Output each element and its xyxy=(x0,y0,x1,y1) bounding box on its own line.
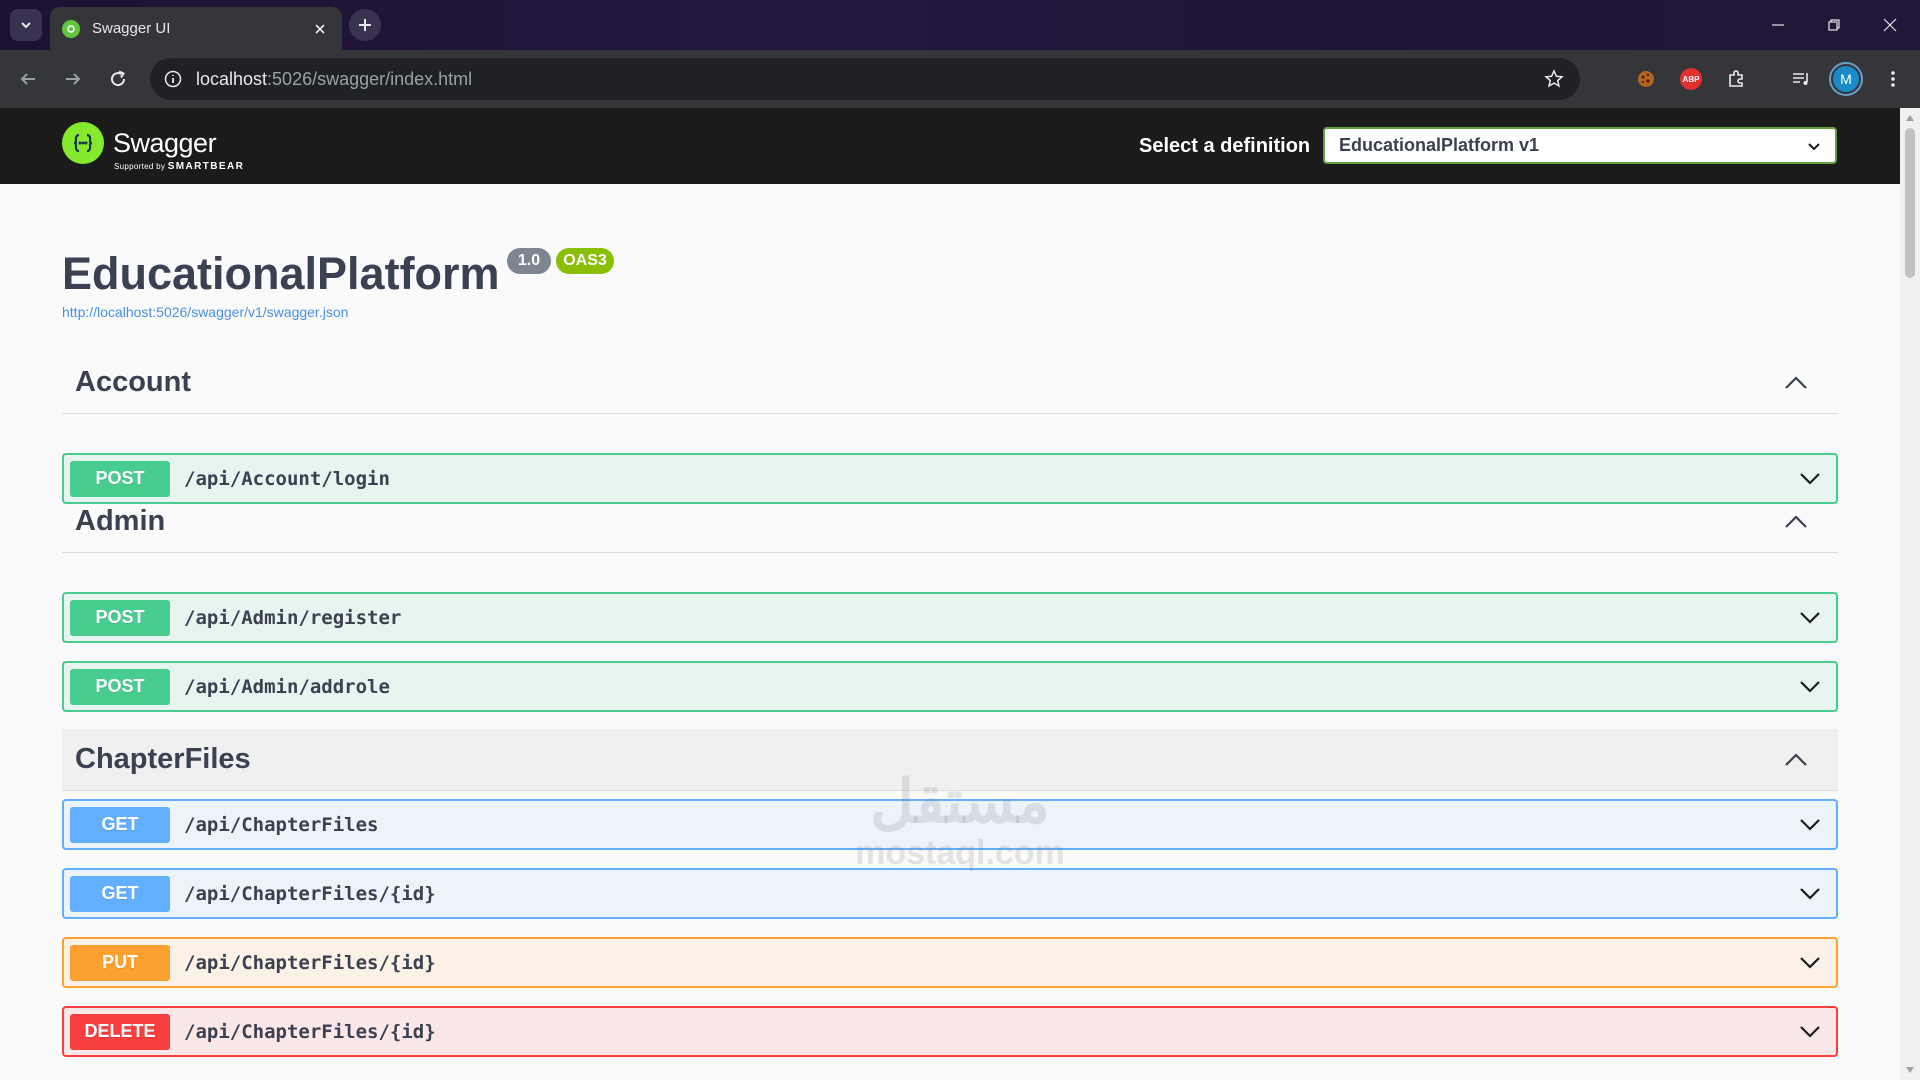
new-tab-button[interactable] xyxy=(349,9,381,41)
cookie-extension-icon[interactable] xyxy=(1630,63,1662,95)
arrow-left-icon xyxy=(20,73,35,85)
close-icon xyxy=(1883,18,1897,32)
minimize-button[interactable] xyxy=(1750,0,1806,50)
operation-delete-chapterfiles-id[interactable]: DELETE /api/ChapterFiles/{id} xyxy=(62,1006,1838,1057)
operation-path: /api/Admin/register xyxy=(184,606,402,629)
section-title: ChapterFiles xyxy=(75,743,251,775)
arrow-right-icon xyxy=(66,73,81,85)
scroll-down-arrow-icon[interactable] xyxy=(1904,1064,1916,1076)
operation-put-chapterfiles-id[interactable]: PUT /api/ChapterFiles/{id} xyxy=(62,937,1838,988)
section-title: Admin xyxy=(75,505,166,537)
chevron-down-icon[interactable] xyxy=(1790,1012,1830,1052)
swagger-favicon-icon xyxy=(62,19,80,38)
method-badge: POST xyxy=(70,599,170,636)
operation-post-admin-addrole[interactable]: POST /api/Admin/addrole xyxy=(62,661,1838,712)
method-badge: DELETE xyxy=(70,1013,170,1050)
close-window-button[interactable] xyxy=(1862,0,1918,50)
media-control-icon[interactable] xyxy=(1785,63,1817,95)
browser-toolbar: localhost:5026/swagger/index.html ABP M xyxy=(0,50,1920,108)
smartbear-tagline: Supported by SMARTBEAR xyxy=(114,161,245,172)
chevron-down-icon[interactable] xyxy=(1790,943,1830,983)
browser-menu-icon[interactable] xyxy=(1877,63,1909,95)
chevron-up-icon[interactable] xyxy=(1776,363,1816,403)
definition-select[interactable]: EducationalPlatform v1 xyxy=(1323,127,1837,164)
profile-avatar[interactable]: M xyxy=(1829,62,1863,96)
tab-search-button[interactable] xyxy=(10,9,42,41)
chevron-up-icon[interactable] xyxy=(1776,502,1816,542)
swagger-content: EducationalPlatform 1.0 OAS3 http://loca… xyxy=(0,184,1900,1080)
operation-get-chapterfiles[interactable]: GET /api/ChapterFiles xyxy=(62,799,1838,850)
operation-path: /api/ChapterFiles/{id} xyxy=(184,882,436,905)
method-badge: GET xyxy=(70,806,170,843)
section-title: Account xyxy=(75,366,191,398)
back-button[interactable] xyxy=(12,63,44,95)
browser-titlebar: Swagger UI xyxy=(0,0,1920,50)
info-icon xyxy=(164,70,182,88)
chevron-down-icon[interactable] xyxy=(1790,667,1830,707)
definition-select-value: EducationalPlatform v1 xyxy=(1339,135,1540,155)
chevron-down-icon[interactable] xyxy=(1790,874,1830,914)
reload-button[interactable] xyxy=(102,63,134,95)
chevron-down-icon[interactable] xyxy=(1790,805,1830,845)
scroll-up-arrow-icon[interactable] xyxy=(1904,112,1916,124)
spec-url-link[interactable]: http://localhost:5026/swagger/v1/swagger… xyxy=(62,304,348,320)
url-host: localhost xyxy=(196,68,268,89)
swagger-logo-text: Swagger xyxy=(113,128,217,158)
api-title: EducationalPlatform xyxy=(62,248,500,299)
operation-get-chapterfiles-id[interactable]: GET /api/ChapterFiles/{id} xyxy=(62,868,1838,919)
chevron-up-icon[interactable] xyxy=(1776,740,1816,780)
plus-icon xyxy=(359,19,371,31)
restore-icon xyxy=(1828,19,1840,31)
oas-badge: OAS3 xyxy=(556,248,614,274)
method-badge: PUT xyxy=(70,944,170,981)
browser-tab-swagger[interactable]: Swagger UI xyxy=(50,7,342,50)
chevron-down-icon xyxy=(1808,142,1820,150)
url-path: :5026/swagger/index.html xyxy=(267,68,473,89)
section-admin[interactable]: Admin xyxy=(62,491,1838,553)
forward-button[interactable] xyxy=(57,63,89,95)
close-tab-icon[interactable] xyxy=(310,19,330,39)
minimize-icon xyxy=(1772,24,1784,26)
address-bar[interactable]: localhost:5026/swagger/index.html xyxy=(150,58,1580,100)
section-chapterfiles[interactable]: ChapterFiles xyxy=(62,729,1838,791)
operation-path: /api/Admin/addrole xyxy=(184,675,390,698)
version-badge: 1.0 xyxy=(507,248,551,274)
adblock-extension-icon[interactable]: ABP xyxy=(1675,63,1707,95)
method-badge: GET xyxy=(70,875,170,912)
reload-icon xyxy=(111,70,126,87)
operation-path: /api/Account/login xyxy=(184,467,390,490)
page-scrollbar[interactable] xyxy=(1900,108,1920,1080)
swagger-topbar: Swagger Supported by SMARTBEAR Select a … xyxy=(0,108,1900,184)
extensions-puzzle-icon[interactable] xyxy=(1720,63,1752,95)
tab-title: Swagger UI xyxy=(92,20,171,37)
chevron-down-icon xyxy=(21,22,31,29)
section-account[interactable]: Account xyxy=(62,352,1838,414)
method-badge: POST xyxy=(70,668,170,705)
operation-path: /api/ChapterFiles/{id} xyxy=(184,1020,436,1043)
bookmark-star-icon[interactable] xyxy=(1544,69,1564,89)
operation-path: /api/ChapterFiles/{id} xyxy=(184,951,436,974)
restore-button[interactable] xyxy=(1806,0,1862,50)
chevron-down-icon[interactable] xyxy=(1790,598,1830,638)
swagger-logo-icon[interactable] xyxy=(62,122,104,164)
definition-select-label: Select a definition xyxy=(1139,135,1311,157)
operation-path: /api/ChapterFiles xyxy=(184,813,379,836)
operation-post-admin-register[interactable]: POST /api/Admin/register xyxy=(62,592,1838,643)
scrollbar-thumb[interactable] xyxy=(1905,128,1915,278)
